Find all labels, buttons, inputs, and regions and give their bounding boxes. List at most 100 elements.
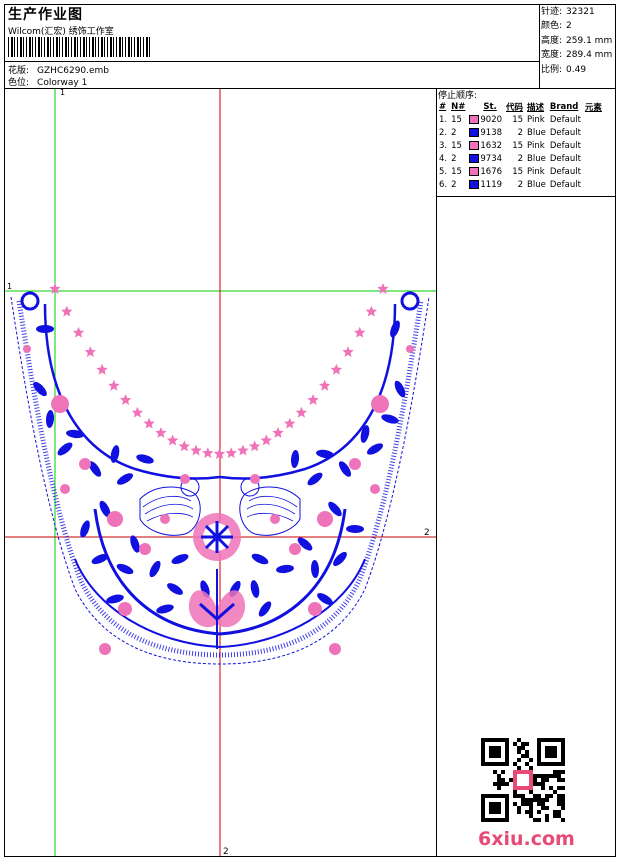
table-row: 3. 15 1632 15 Pink Default xyxy=(437,139,604,152)
qr-module xyxy=(513,790,517,794)
col-header: St. xyxy=(483,102,497,112)
stop-table-bottom xyxy=(436,196,616,197)
qr-module xyxy=(553,770,557,774)
qr-module xyxy=(553,810,557,814)
row-code: 9734 xyxy=(480,153,503,164)
qr-module xyxy=(533,798,537,802)
pink-star xyxy=(202,447,214,458)
color-swatch xyxy=(469,114,480,124)
qr-module xyxy=(561,802,565,806)
row-brand: Default xyxy=(549,114,581,125)
row-n: 15 xyxy=(451,140,462,151)
qr-module xyxy=(557,802,561,806)
qr-module xyxy=(541,786,545,790)
row-code: 1676 xyxy=(480,166,503,177)
pink-star xyxy=(319,379,331,391)
row-code: 1632 xyxy=(480,140,503,151)
qr-module xyxy=(513,802,517,806)
stat-row: 颜色: 2 xyxy=(541,21,572,32)
blue-leaf xyxy=(310,560,320,578)
pink-flower xyxy=(270,514,280,524)
row-st: 2 xyxy=(517,153,524,164)
row-element xyxy=(583,126,604,139)
qr-module xyxy=(537,794,541,798)
qr-module xyxy=(533,794,537,798)
colorway-label: 色位: xyxy=(8,78,30,88)
pink-star xyxy=(96,363,108,375)
row-n: 15 xyxy=(451,166,462,177)
blue-leaf xyxy=(250,580,260,598)
pink-star xyxy=(155,427,167,438)
stat-row: 针迹: 32321 xyxy=(541,7,595,17)
right-curl xyxy=(400,291,420,311)
qr-module xyxy=(497,774,501,778)
qr-module xyxy=(489,802,501,814)
pink-star xyxy=(108,379,120,391)
pink-star xyxy=(190,444,202,456)
pink-flower xyxy=(371,395,389,413)
qr-module xyxy=(549,786,553,790)
qr-module xyxy=(533,782,537,786)
row-code: 9020 xyxy=(480,114,503,125)
pink-star xyxy=(284,417,296,429)
row-code-cell: 9138 xyxy=(467,126,504,139)
qr-module xyxy=(545,814,549,818)
blue-leaf xyxy=(366,443,384,455)
qr-module xyxy=(497,786,501,790)
col-header: 元素 xyxy=(584,103,602,113)
blue-leaf xyxy=(290,450,300,468)
qr-module xyxy=(557,798,561,802)
qr-module xyxy=(541,782,545,786)
color-swatch xyxy=(469,166,480,176)
colorway-row: 色位: Colorway 1 xyxy=(8,75,87,88)
pink-flower xyxy=(180,474,190,484)
pink-star xyxy=(307,394,319,405)
row-code-cell: 1676 xyxy=(467,165,504,178)
qr-module xyxy=(541,806,545,810)
blue-leaf xyxy=(33,381,47,397)
left-curl xyxy=(20,291,40,311)
qr-module xyxy=(517,806,521,810)
row-st: 15 xyxy=(512,114,524,125)
row-desc: Pink xyxy=(527,140,545,151)
page-title: 生产作业图 xyxy=(8,7,83,23)
qr-code xyxy=(481,738,565,822)
qr-module xyxy=(553,790,557,794)
qr-module xyxy=(533,778,537,782)
row-n: 15 xyxy=(451,114,462,125)
qr-module xyxy=(557,770,561,774)
row-desc: Pink xyxy=(527,166,545,177)
row-num: 2. xyxy=(439,127,448,138)
pink-star xyxy=(72,326,85,338)
table-row: 1. 15 9020 15 Pink Default xyxy=(437,113,604,126)
qr-module xyxy=(533,774,537,778)
qr-module xyxy=(561,778,565,782)
blue-leaf xyxy=(116,563,134,575)
row-n: 2 xyxy=(451,179,457,190)
qr-module xyxy=(545,774,549,778)
pink-star xyxy=(354,326,366,338)
lower-motif xyxy=(188,569,246,649)
pink-star xyxy=(260,434,272,446)
marker-two-right: 2 xyxy=(424,528,430,538)
col-header: N# xyxy=(451,102,466,112)
qr-module xyxy=(513,762,517,766)
pink-star xyxy=(166,434,179,446)
central-medallion xyxy=(193,513,241,561)
qr-module xyxy=(497,778,501,782)
qr-module xyxy=(545,746,557,758)
qr-module xyxy=(493,770,497,774)
row-code: 9138 xyxy=(480,127,503,138)
pink-flower xyxy=(406,345,414,353)
table-row: 2. 2 9138 2 Blue Default xyxy=(437,126,604,139)
header-divider-mid xyxy=(4,61,539,62)
qr-module xyxy=(501,778,505,782)
qr-module xyxy=(529,810,533,814)
pink-star xyxy=(295,406,308,418)
pink-star xyxy=(119,394,132,405)
qr-module xyxy=(525,810,529,814)
color-swatch xyxy=(469,127,480,137)
qr-module xyxy=(561,786,565,790)
row-num: 3. xyxy=(439,140,448,151)
qr-module xyxy=(557,810,561,814)
